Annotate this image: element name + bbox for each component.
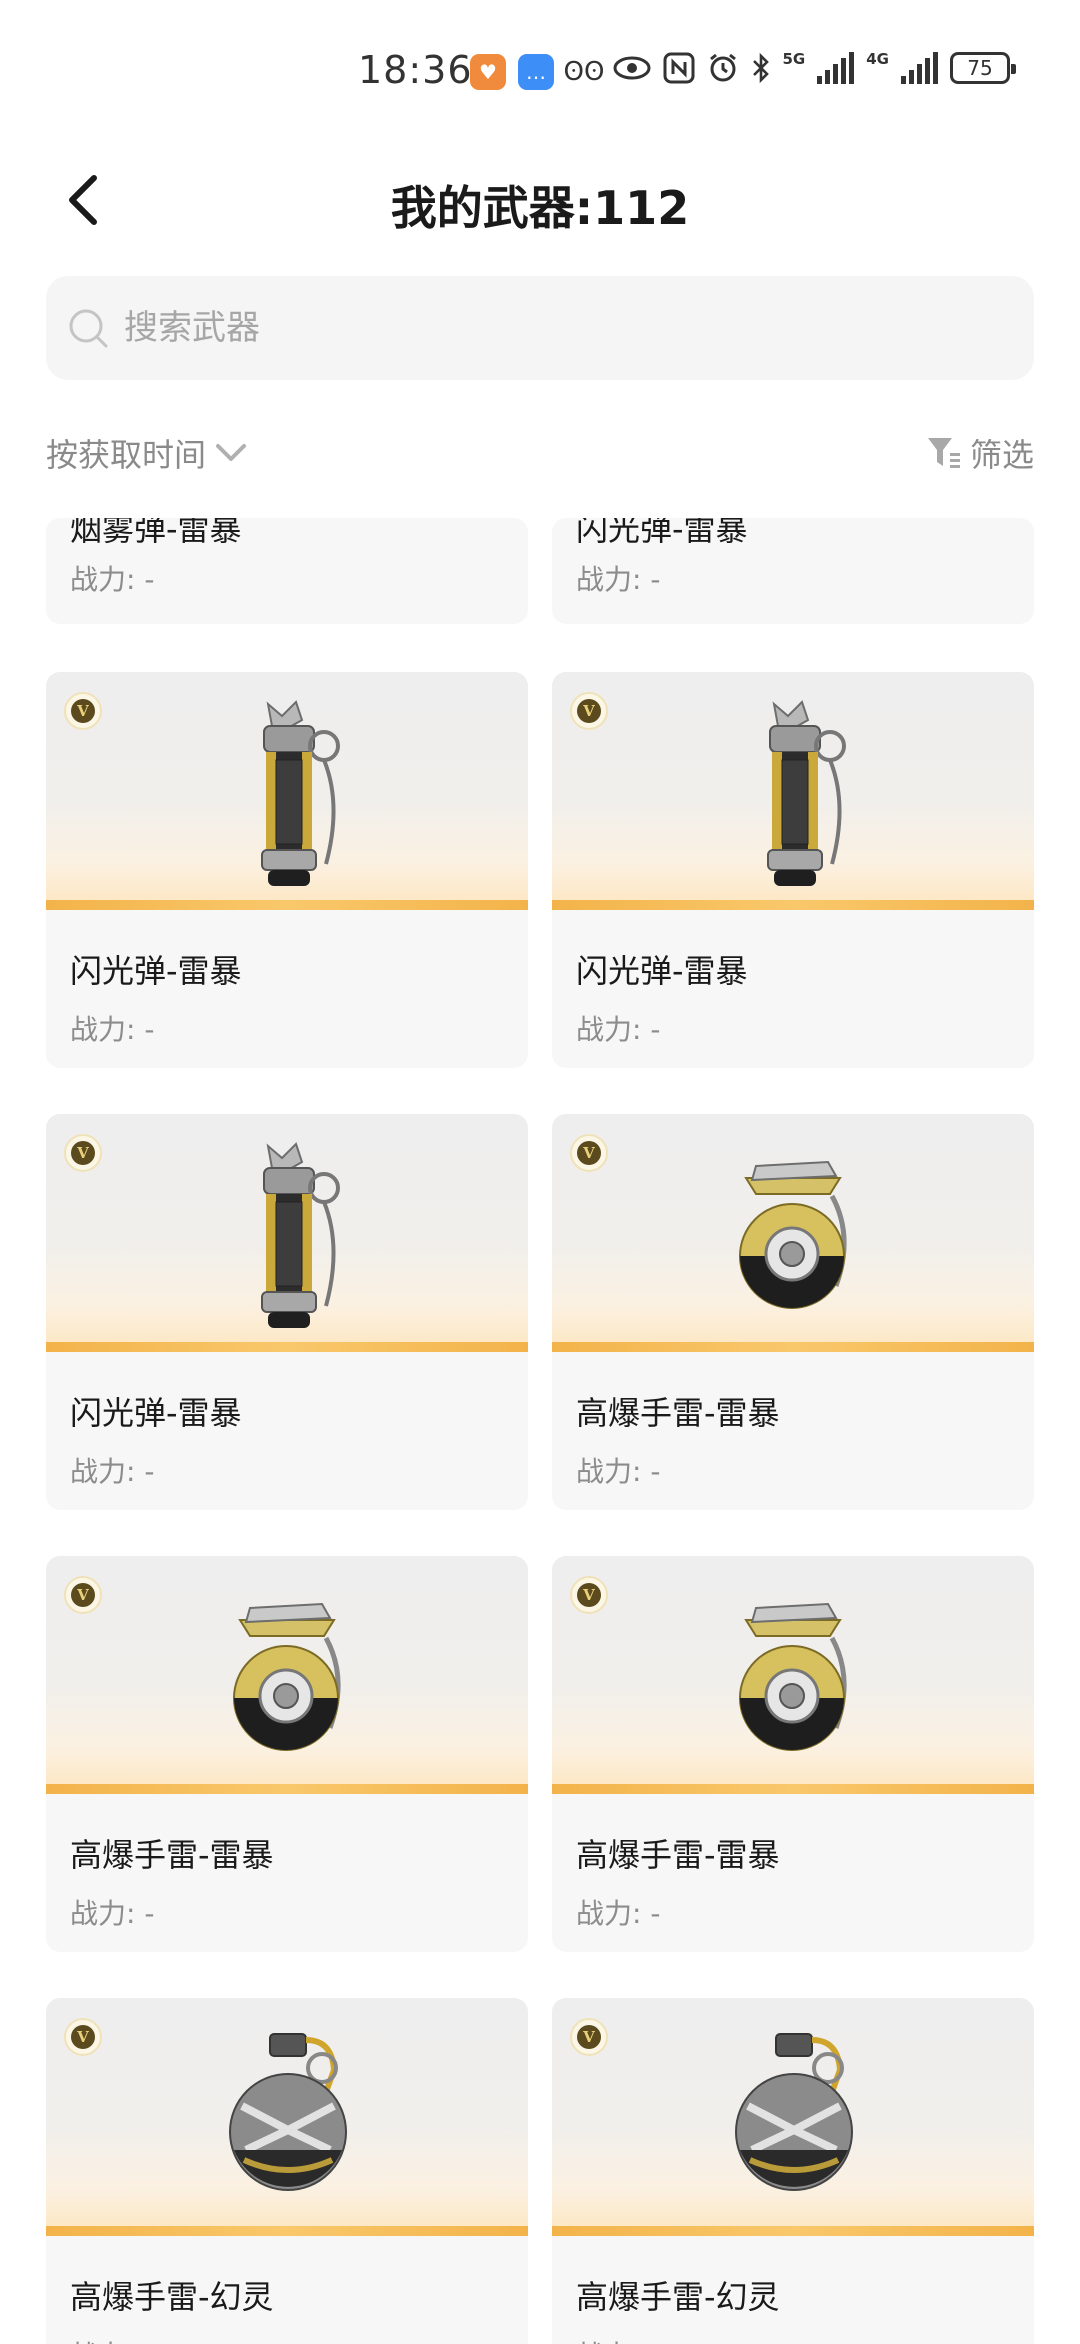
weapon-name: 高爆手雷-幻灵 — [70, 2278, 274, 2316]
weapon-power: 战力: - — [576, 1455, 661, 1488]
weapon-card[interactable]: V 闪光弹-雷暴 战力: - — [46, 672, 528, 1068]
weapon-power: 战力: - — [70, 1897, 155, 1930]
signal-bars-icon — [901, 52, 938, 84]
weapon-power: 战力: - — [70, 1455, 155, 1488]
vip-badge-icon: V — [570, 1576, 608, 1614]
rarity-stripe — [552, 900, 1034, 910]
network-5g-label: 5G — [782, 50, 806, 68]
weapon-card[interactable]: V 闪光弹-雷暴 战力: - — [552, 672, 1034, 1068]
signal-bars-icon — [817, 52, 855, 84]
weapon-name: 闪光弹-雷暴 — [576, 952, 748, 990]
filter-button[interactable]: 筛选 — [926, 428, 1034, 478]
rarity-stripe — [46, 1342, 528, 1352]
vip-badge-icon: V — [570, 2018, 608, 2056]
eye-icon — [613, 50, 651, 86]
rarity-stripe — [552, 1342, 1034, 1352]
weapon-name: 高爆手雷-幻灵 — [576, 2278, 780, 2316]
he-grenade-storm-icon — [222, 1578, 352, 1778]
flash-grenade-icon — [766, 700, 846, 888]
he-grenade-storm-icon — [728, 1136, 858, 1336]
top-nav: 我的武器:112 — [0, 140, 1080, 260]
weapon-card[interactable]: 闪光弹-雷暴 战力: - — [552, 518, 1034, 624]
weapon-grid: 烟雾弹-雷暴 战力: - 闪光弹-雷暴 战力: - V 闪光弹-雷暴 战力: -… — [0, 518, 1080, 2344]
owl-app-icon: ʘʘ — [563, 57, 605, 87]
he-grenade-storm-icon — [728, 1578, 858, 1778]
chevron-down-icon — [216, 444, 247, 461]
bluetooth-icon — [751, 50, 771, 86]
weapon-power: 战力: - — [576, 1013, 661, 1046]
weapon-card[interactable]: V 高爆手雷-幻灵 战力: - — [552, 1998, 1034, 2344]
vip-badge-icon: V — [64, 1134, 102, 1172]
weapon-power: 战力: - — [70, 563, 155, 596]
filter-label: 筛选 — [969, 436, 1034, 474]
status-bar: 18:36 ♥ … ʘʘ 5G 4G 75 — [0, 0, 1080, 140]
weapon-power: 战力: - — [576, 2334, 660, 2344]
weapon-name: 烟雾弹-雷暴 — [70, 518, 242, 548]
search-bar[interactable] — [46, 276, 1034, 380]
weapon-image: V — [552, 1556, 1034, 1794]
sort-dropdown[interactable]: 按获取时间 — [46, 428, 248, 478]
page-title: 我的武器:112 — [390, 181, 690, 235]
weapon-power: 战力: - — [70, 1013, 155, 1046]
weapon-card[interactable]: V 高爆手雷-幻灵 战力: - — [46, 1998, 528, 2344]
rarity-stripe — [552, 1784, 1034, 1794]
rarity-stripe — [46, 2226, 528, 2236]
weapon-name: 高爆手雷-雷暴 — [576, 1836, 780, 1874]
he-grenade-phantom-icon — [222, 2020, 352, 2220]
search-input[interactable] — [116, 276, 1012, 380]
rarity-stripe — [46, 900, 528, 910]
weapon-name: 闪光弹-雷暴 — [70, 952, 242, 990]
weapon-power: 战力: - — [576, 563, 661, 596]
vip-badge-icon: V — [64, 2018, 102, 2056]
weapon-image: V — [46, 1114, 528, 1352]
flash-grenade-icon — [260, 1142, 340, 1330]
weapon-name: 闪光弹-雷暴 — [576, 518, 748, 548]
status-time: 18:36 — [358, 48, 473, 92]
alarm-icon — [707, 50, 739, 86]
weapon-image: V — [552, 1998, 1034, 2236]
weapon-card[interactable]: V 高爆手雷-雷暴 战力: - — [552, 1114, 1034, 1510]
vip-badge-icon: V — [64, 1576, 102, 1614]
weapon-image: V — [46, 1998, 528, 2236]
weapon-card[interactable]: V 高爆手雷-雷暴 战力: - — [46, 1556, 528, 1952]
weapon-image: V — [46, 1556, 528, 1794]
weapon-card[interactable]: V 闪光弹-雷暴 战力: - — [46, 1114, 528, 1510]
flash-grenade-icon — [260, 700, 340, 888]
weapon-image: V — [46, 672, 528, 910]
weapon-name: 高爆手雷-雷暴 — [576, 1394, 780, 1432]
weapon-image: V — [552, 1114, 1034, 1352]
weapon-name: 闪光弹-雷暴 — [70, 1394, 242, 1432]
weapon-power: 战力: - — [576, 1897, 661, 1930]
nfc-icon — [663, 50, 695, 86]
message-app-icon: … — [518, 54, 554, 90]
network-4g-label: 4G — [866, 50, 889, 68]
filter-icon — [927, 438, 960, 468]
vip-badge-icon: V — [64, 692, 102, 730]
notification-icons: ♥ … ʘʘ — [470, 54, 605, 90]
battery-icon: 75 — [950, 52, 1016, 84]
weapon-image: V — [552, 672, 1034, 910]
search-icon — [69, 309, 108, 348]
vip-badge-icon: V — [570, 692, 608, 730]
sort-label: 按获取时间 — [46, 436, 207, 474]
weapon-card[interactable]: V 高爆手雷-雷暴 战力: - — [552, 1556, 1034, 1952]
vip-badge-icon: V — [570, 1134, 608, 1172]
heart-app-icon: ♥ — [470, 54, 506, 90]
he-grenade-phantom-icon — [728, 2020, 858, 2220]
weapon-power: 战力: - — [70, 2334, 154, 2344]
weapon-card[interactable]: 烟雾弹-雷暴 战力: - — [46, 518, 528, 624]
system-icons: 5G 4G 75 — [613, 50, 1016, 86]
rarity-stripe — [552, 2226, 1034, 2236]
weapon-name: 高爆手雷-雷暴 — [70, 1836, 274, 1874]
rarity-stripe — [46, 1784, 528, 1794]
